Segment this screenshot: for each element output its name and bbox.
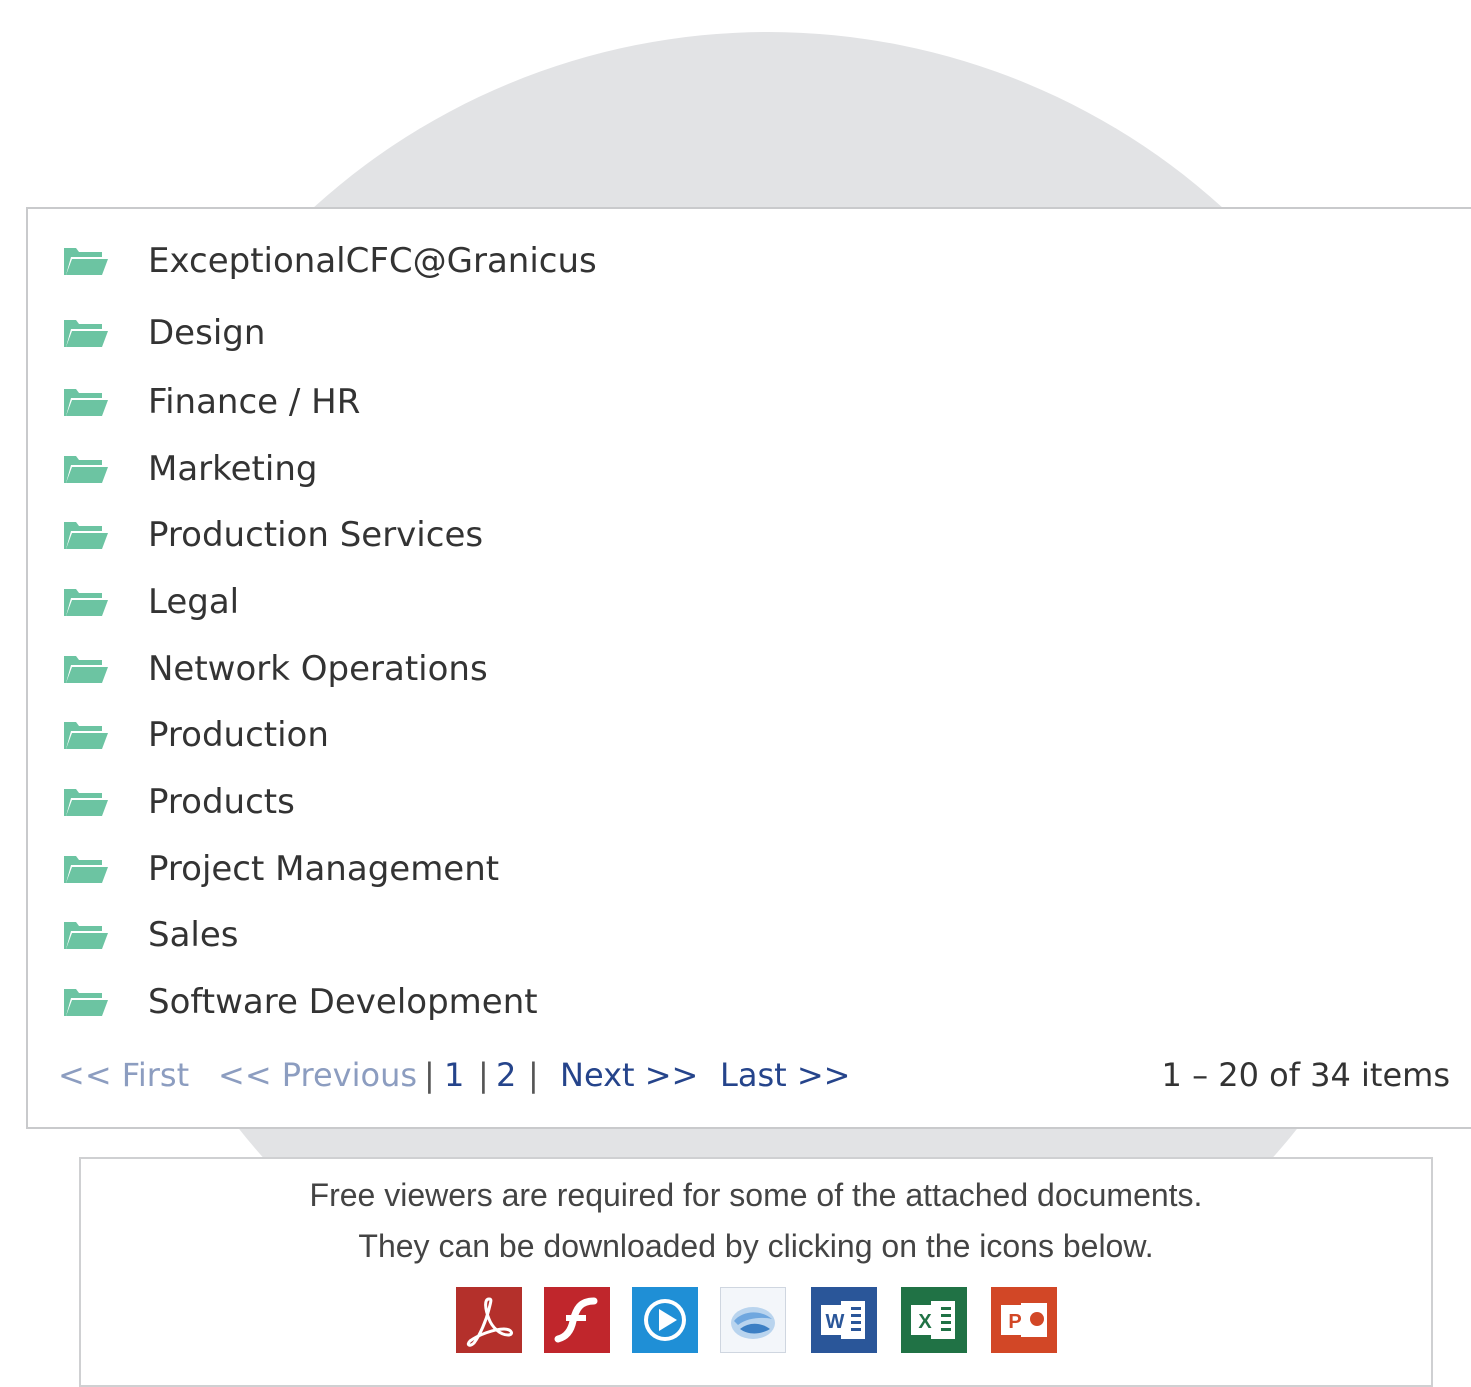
page-2-link[interactable]: 2 [496,1055,516,1095]
folder-icon [64,456,108,483]
folder-item-network-operations[interactable]: Network Operations [62,649,488,689]
folder-item-project-management[interactable]: Project Management [62,849,499,889]
folder-icon [64,589,108,616]
folder-icon [64,722,108,749]
pdf-reader-icon[interactable] [456,1287,522,1353]
pager-separator: | [478,1056,489,1094]
folder-label: Design [148,313,266,353]
pager-separator: | [528,1056,539,1094]
folder-item-finance-hr[interactable]: Finance / HR [62,382,360,422]
svg-text:X: X [918,1311,932,1333]
folder-label: Legal [148,582,240,622]
folder-panel: ExceptionalCFC@Granicus Design Finance /… [26,207,1471,1129]
folder-label: ExceptionalCFC@Granicus [148,241,597,281]
folder-icon [64,522,108,549]
viewers-note-line-1: Free viewers are required for some of th… [309,1177,1203,1213]
folder-label: Marketing [148,449,318,489]
first-page-link[interactable]: << First [58,1055,189,1095]
folder-item-production-services[interactable]: Production Services [62,515,483,555]
viewers-panel: Free viewers are required for some of th… [79,1157,1433,1387]
folder-icon [64,989,108,1016]
folder-item-exceptionalcfc[interactable]: ExceptionalCFC@Granicus [62,241,597,281]
folder-label: Sales [148,915,239,955]
folder-icon [64,248,108,275]
folder-label: Project Management [148,849,500,889]
previous-page-link[interactable]: << Previous [218,1055,417,1095]
folder-label: Production Services [148,515,484,555]
svg-text:P: P [1008,1311,1021,1333]
item-count: 1 – 20 of 34 items [1161,1056,1450,1094]
folder-item-sales[interactable]: Sales [62,915,239,955]
folder-label: Software Development [148,982,538,1022]
folder-icon [64,789,108,816]
next-page-link[interactable]: Next >> [560,1055,698,1095]
page-1-link[interactable]: 1 [444,1055,464,1095]
folder-item-design[interactable]: Design [62,313,265,353]
svg-text:W: W [826,1311,845,1333]
viewers-note-line-2: They can be downloaded by clicking on th… [358,1228,1154,1264]
folder-label: Finance / HR [148,382,361,422]
pager-separator: | [424,1056,435,1094]
folder-item-production[interactable]: Production [62,715,329,755]
word-viewer-icon[interactable]: W [811,1287,877,1353]
media-player-icon[interactable] [632,1287,698,1353]
last-page-link[interactable]: Last >> [720,1055,850,1095]
silverlight-icon[interactable] [720,1287,786,1353]
folder-icon [64,320,108,347]
folder-item-marketing[interactable]: Marketing [62,449,317,489]
folder-item-legal[interactable]: Legal [62,582,239,622]
folder-item-software-development[interactable]: Software Development [62,982,538,1022]
flash-player-icon[interactable] [544,1287,610,1353]
folder-label: Network Operations [148,649,488,689]
folder-label: Products [148,782,295,822]
powerpoint-viewer-icon[interactable]: P [991,1287,1057,1353]
excel-viewer-icon[interactable]: X [901,1287,967,1353]
folder-icon [64,389,108,416]
folder-label: Production [148,715,329,755]
folder-item-products[interactable]: Products [62,782,295,822]
folder-icon [64,922,108,949]
folder-icon [64,856,108,883]
folder-icon [64,656,108,683]
